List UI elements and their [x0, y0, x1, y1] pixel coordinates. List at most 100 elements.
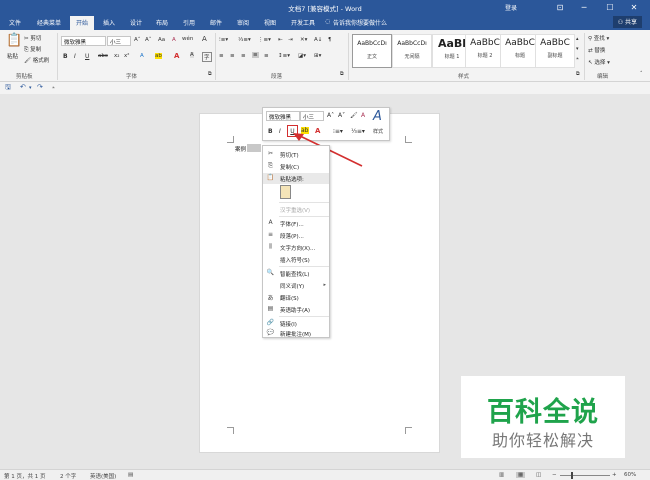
mini-clear-format-icon[interactable]: A	[361, 112, 365, 119]
clear-format-button[interactable]: A	[172, 37, 176, 43]
undo-dropdown-icon[interactable]: ▾	[29, 85, 32, 91]
multilevel-list-button[interactable]: ⋮≡▾	[258, 37, 271, 43]
style-no-spacing[interactable]: AaBbCcDı 无间隔	[392, 34, 432, 68]
menu-item-paragraph[interactable]: ≡ 段落(P)...	[263, 230, 329, 241]
char-shading-button[interactable]: A	[190, 52, 194, 58]
menu-item-font[interactable]: A 字体(F)...	[263, 218, 329, 229]
tab-classic-menu[interactable]: 经典菜单	[37, 18, 61, 27]
style-heading-2[interactable]: AaBbC 标题 2	[465, 34, 505, 68]
format-painter-button[interactable]: 🖌 格式刷	[24, 56, 49, 64]
print-layout-icon[interactable]: ▦	[516, 472, 526, 478]
minimize-button[interactable]: ─	[572, 0, 596, 15]
tab-layout[interactable]: 布局	[156, 18, 168, 27]
mini-size-combo[interactable]: 小三	[300, 111, 324, 121]
bullets-button[interactable]: ⁝≡▾	[219, 37, 228, 43]
chinese-layout-button[interactable]: ✕▾	[300, 37, 307, 43]
distributed-button[interactable]: ≡	[264, 53, 269, 59]
line-spacing-button[interactable]: ↕≡▾	[278, 53, 290, 59]
customize-qat-icon[interactable]: ⩡	[52, 85, 55, 91]
font-name-combo[interactable]: 微软雅黑	[61, 36, 106, 46]
menu-item-new-comment[interactable]: 💬 新建批注(M)	[263, 328, 329, 339]
strikethrough-button[interactable]: abc	[98, 53, 108, 59]
tab-mailings[interactable]: 邮件	[210, 18, 222, 27]
numbering-button[interactable]: ⅓≡▾	[238, 37, 251, 43]
show-marks-button[interactable]: ¶	[328, 37, 332, 43]
menu-item-copy[interactable]: ⎘ 复制(C)	[263, 161, 329, 172]
tab-file[interactable]: 文件	[9, 18, 21, 27]
tab-view[interactable]: 视图	[264, 18, 276, 27]
shrink-font-button[interactable]: A˅	[145, 37, 152, 43]
style-title[interactable]: AaBbC 标题	[500, 34, 540, 68]
char-border-button[interactable]: A	[202, 35, 207, 43]
decrease-indent-button[interactable]: ⇤	[278, 37, 283, 43]
align-center-button[interactable]: ≡	[230, 53, 235, 59]
styles-scroll-down-icon[interactable]: ▾	[576, 46, 579, 52]
close-button[interactable]: ✕	[622, 0, 646, 15]
menu-item-insert-symbol[interactable]: 插入符号(S)	[263, 254, 329, 265]
mini-shrink-font-button[interactable]: A˅	[338, 112, 345, 119]
maximize-button[interactable]: ☐	[598, 0, 622, 15]
paste-keep-text-icon[interactable]	[280, 185, 291, 199]
collapse-ribbon-icon[interactable]: ˄	[640, 71, 643, 77]
tab-developer[interactable]: 开发工具	[291, 18, 315, 27]
save-icon[interactable]: 🖫	[5, 83, 11, 94]
mini-styles-label[interactable]: 样式	[373, 128, 383, 135]
mini-grow-font-button[interactable]: A˄	[327, 112, 334, 119]
paragraph-dialog-launcher-icon[interactable]: ⧉	[340, 71, 344, 77]
document-text[interactable]: 案例	[235, 145, 246, 153]
zoom-slider-thumb[interactable]	[571, 472, 573, 479]
align-left-button[interactable]: ≡	[219, 53, 224, 59]
tell-me-box[interactable]: 告诉我你想要做什么	[333, 18, 387, 27]
tab-references[interactable]: 引用	[183, 18, 195, 27]
zoom-level[interactable]: 60%	[624, 472, 636, 478]
align-right-button[interactable]: ≡	[241, 53, 246, 59]
mini-font-combo[interactable]: 微软雅黑	[266, 111, 300, 121]
login-link[interactable]: 登录	[505, 3, 517, 12]
text-effects-button[interactable]: A	[140, 53, 144, 59]
menu-item-smart-lookup[interactable]: 🔍 智能查找(L)	[263, 268, 329, 279]
italic-button[interactable]: I	[74, 53, 76, 60]
proofing-icon[interactable]: ▤	[128, 472, 133, 478]
copy-button[interactable]: ⎘ 复制	[24, 45, 41, 54]
menu-item-english-assistant[interactable]: ▤ 英语助手(A)	[263, 304, 329, 315]
sort-button[interactable]: A↓	[314, 37, 322, 43]
style-subtitle[interactable]: AaBbC 副标题	[535, 34, 575, 68]
increase-indent-button[interactable]: ⇥	[288, 37, 293, 43]
styles-scroll-up-icon[interactable]: ▴	[576, 36, 579, 42]
mini-italic-button[interactable]: I	[279, 128, 281, 135]
underline-button[interactable]: U	[85, 53, 89, 60]
replace-button[interactable]: ⇄ 替换	[588, 46, 605, 54]
undo-icon[interactable]: ↶	[20, 83, 26, 91]
menu-item-text-direction[interactable]: ⫼ 文字方向(X)...	[263, 242, 329, 253]
mini-format-painter-icon[interactable]: 🖌	[350, 112, 358, 119]
font-size-combo[interactable]: 小三	[107, 36, 131, 46]
bold-button[interactable]: B	[63, 53, 68, 60]
zoom-out-button[interactable]: −	[552, 472, 557, 478]
menu-item-translate[interactable]: あ 翻译(S)	[263, 292, 329, 303]
tab-home[interactable]: 开始	[70, 16, 95, 30]
zoom-in-button[interactable]: +	[612, 472, 617, 478]
cut-button[interactable]: ✂ 剪切	[24, 34, 41, 42]
paste-button[interactable]: 粘贴	[7, 52, 18, 60]
mini-styles-icon[interactable]: A	[373, 109, 382, 124]
find-button[interactable]: ⚲ 查找 ▾	[588, 34, 609, 42]
justify-button[interactable]: ≡	[252, 52, 259, 58]
mini-bold-button[interactable]: B	[268, 128, 273, 135]
grow-font-button[interactable]: A˄	[134, 37, 141, 43]
redo-icon[interactable]: ↷	[37, 83, 43, 91]
ribbon-display-options-icon[interactable]: ⊡	[548, 0, 572, 15]
share-button[interactable]: ⚇ 共享	[612, 16, 642, 28]
highlight-button[interactable]: ab	[155, 53, 162, 59]
font-color-button[interactable]: A	[174, 52, 179, 60]
tab-insert[interactable]: 插入	[103, 18, 115, 27]
web-layout-icon[interactable]: ◫	[536, 472, 541, 478]
zoom-slider[interactable]	[560, 475, 610, 476]
language-indicator[interactable]: 英语(美国)	[90, 472, 116, 480]
change-case-button[interactable]: Aa	[158, 37, 165, 43]
styles-dialog-launcher-icon[interactable]: ⧉	[576, 71, 580, 77]
word-count[interactable]: 2 个字	[60, 472, 76, 480]
page-count[interactable]: 第 1 页，共 1 页	[4, 472, 46, 480]
borders-button[interactable]: ⊞▾	[314, 53, 321, 59]
select-button[interactable]: ↖ 选择 ▾	[588, 58, 610, 66]
font-dialog-launcher-icon[interactable]: ⧉	[208, 71, 212, 77]
